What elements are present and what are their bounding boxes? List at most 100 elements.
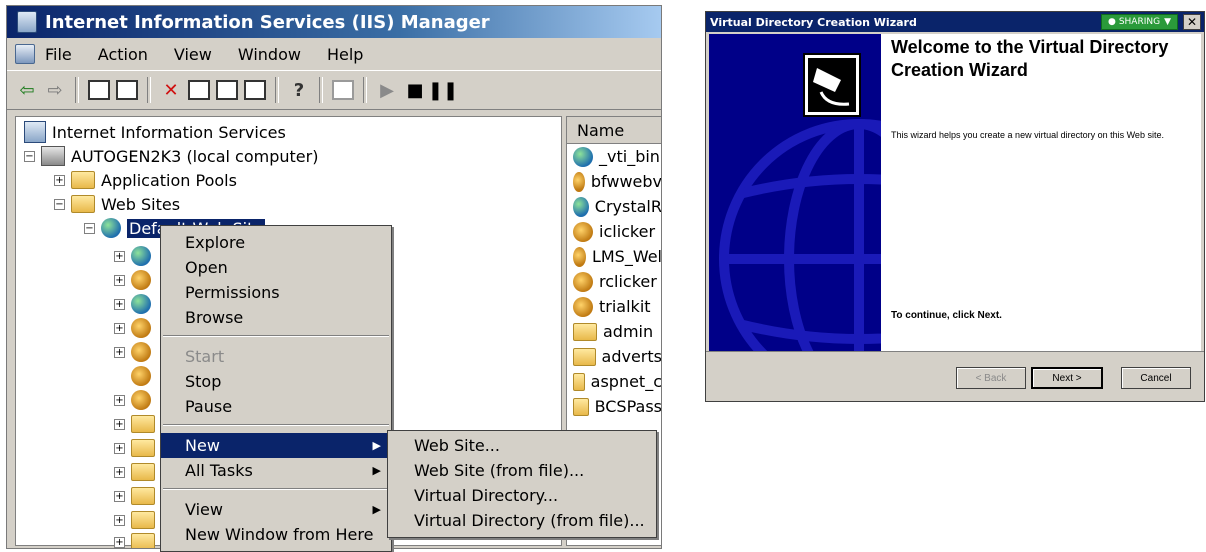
tree-child-node[interactable]: + xyxy=(114,461,161,483)
menu-action[interactable]: Action xyxy=(98,45,148,64)
menu-item-web-site-from-file[interactable]: Web Site (from file)... xyxy=(388,458,656,483)
back-arrow-icon[interactable]: ⇦ xyxy=(13,76,41,104)
collapse-icon[interactable]: − xyxy=(84,222,95,234)
delete-icon[interactable]: ✕ xyxy=(157,76,185,104)
menu-item-explore[interactable]: Explore xyxy=(161,230,391,255)
tree-child-node[interactable]: + xyxy=(114,509,161,531)
expand-icon[interactable]: + xyxy=(114,250,125,262)
menu-item-new[interactable]: New ▶ xyxy=(161,433,391,458)
list-item[interactable]: BCSPass xyxy=(567,394,661,419)
stop-icon[interactable]: ■ xyxy=(401,76,429,104)
menu-item-web-site[interactable]: Web Site... xyxy=(388,433,656,458)
tree-node-computer[interactable]: − AUTOGEN2K3 (local computer) xyxy=(24,145,318,167)
list-item[interactable]: CrystalR xyxy=(567,194,661,219)
expand-icon[interactable]: + xyxy=(114,298,125,310)
menu-help[interactable]: Help xyxy=(327,45,363,64)
list-item[interactable]: _vti_bin xyxy=(567,144,661,169)
menu-file[interactable]: File xyxy=(45,45,72,64)
sharing-badge[interactable]: ● SHARING ▼ xyxy=(1100,14,1178,30)
menu-item-virtual-directory-from-file[interactable]: Virtual Directory (from file)... xyxy=(388,508,656,533)
list-item[interactable]: aspnet_c xyxy=(567,369,661,394)
collapse-icon[interactable]: − xyxy=(24,150,35,162)
expand-icon[interactable]: + xyxy=(114,466,125,478)
mmc-window-icon[interactable] xyxy=(15,44,35,64)
menu-item-stop[interactable]: Stop xyxy=(161,369,391,394)
expand-icon[interactable]: + xyxy=(114,322,125,334)
export-list-icon[interactable] xyxy=(241,76,269,104)
wizard-button-bar: < Back Next > Cancel xyxy=(706,351,1204,401)
menu-item-new-window-from-here[interactable]: New Window from Here xyxy=(161,522,391,547)
application-icon xyxy=(573,221,593,242)
folder-icon xyxy=(573,322,597,341)
menu-separator xyxy=(163,424,389,426)
computer-icon[interactable] xyxy=(329,76,357,104)
list-item[interactable]: LMS_Wel xyxy=(567,244,661,269)
tree-node-iis-root[interactable]: Internet Information Services xyxy=(24,121,286,143)
properties-icon[interactable] xyxy=(185,76,213,104)
tree-child-node[interactable]: + xyxy=(114,269,157,291)
wizard-title-bar[interactable]: Virtual Directory Creation Wizard ● SHAR… xyxy=(706,12,1204,32)
menu-item-pause[interactable]: Pause xyxy=(161,394,391,419)
expand-icon[interactable]: + xyxy=(114,346,125,358)
application-icon xyxy=(131,342,151,362)
menu-item-all-tasks[interactable]: All Tasks ▶ xyxy=(161,458,391,483)
list-item[interactable]: trialkit xyxy=(567,294,661,319)
collapse-icon[interactable]: − xyxy=(54,198,65,210)
up-one-level-icon[interactable] xyxy=(85,76,113,104)
folder-icon xyxy=(131,511,155,529)
tree-child-node[interactable]: + xyxy=(114,317,157,339)
menu-window[interactable]: Window xyxy=(238,45,301,64)
menu-item-browse[interactable]: Browse xyxy=(161,305,391,330)
tree-child-node[interactable]: + xyxy=(114,437,161,459)
close-icon[interactable]: ✕ xyxy=(1183,14,1201,30)
tree-child-node[interactable]: + xyxy=(114,531,161,548)
expand-icon[interactable]: + xyxy=(114,514,125,526)
expand-icon[interactable]: + xyxy=(54,174,65,186)
expand-icon[interactable]: + xyxy=(114,418,125,430)
tree-child-node[interactable]: + xyxy=(114,245,157,267)
column-header-name[interactable]: Name xyxy=(567,117,661,144)
list-item[interactable]: bfwwebv xyxy=(567,169,661,194)
menu-item-view[interactable]: View ▶ xyxy=(161,497,391,522)
tree-node-app-pools[interactable]: + Application Pools xyxy=(54,169,237,191)
expand-icon[interactable]: + xyxy=(114,442,125,454)
menu-item-label: View xyxy=(185,500,223,519)
tree-child-node[interactable]: + xyxy=(114,485,161,507)
menu-item-virtual-directory[interactable]: Virtual Directory... xyxy=(388,483,656,508)
list-item[interactable]: adverts xyxy=(567,344,662,369)
menu-item-start[interactable]: Start xyxy=(161,344,391,369)
list-item-label: iclicker xyxy=(599,222,656,241)
pause-icon[interactable]: ❚❚ xyxy=(428,76,458,104)
expand-icon[interactable]: + xyxy=(114,490,125,502)
expand-icon[interactable]: + xyxy=(114,536,125,548)
back-button[interactable]: < Back xyxy=(956,367,1026,389)
help-icon[interactable]: ? xyxy=(285,76,313,104)
tree-child-node[interactable] xyxy=(131,365,157,387)
cancel-button[interactable]: Cancel xyxy=(1121,367,1191,389)
play-icon[interactable]: ▶ xyxy=(373,76,401,104)
next-button[interactable]: Next > xyxy=(1031,367,1103,389)
tree-label: Internet Information Services xyxy=(52,122,286,142)
tree-child-node[interactable]: + xyxy=(114,341,157,363)
expand-icon[interactable]: + xyxy=(114,394,125,406)
menu-view[interactable]: View xyxy=(174,45,212,64)
list-item[interactable]: rclicker xyxy=(567,269,661,294)
refresh-icon[interactable] xyxy=(213,76,241,104)
list-item[interactable]: admin xyxy=(567,319,661,344)
tree-child-node[interactable]: + xyxy=(114,413,161,435)
menu-item-permissions[interactable]: Permissions xyxy=(161,280,391,305)
list-item[interactable]: iclicker xyxy=(567,219,661,244)
wizard-logo-icon xyxy=(803,53,861,117)
submenu-arrow-icon: ▶ xyxy=(372,503,381,516)
globe-icon xyxy=(131,294,151,314)
tree-child-node[interactable]: + xyxy=(114,293,157,315)
tree-node-web-sites[interactable]: − Web Sites xyxy=(54,193,180,215)
iis-title-bar[interactable]: Internet Information Services (IIS) Mana… xyxy=(7,6,661,38)
sharing-dot-icon: ● xyxy=(1107,17,1116,27)
show-hide-tree-icon[interactable] xyxy=(113,76,141,104)
tree-child-node[interactable]: + xyxy=(114,389,157,411)
menu-item-open[interactable]: Open xyxy=(161,255,391,280)
list-item-label: adverts xyxy=(601,347,662,366)
expand-icon[interactable]: + xyxy=(114,274,125,286)
forward-arrow-icon[interactable]: ⇨ xyxy=(41,76,69,104)
